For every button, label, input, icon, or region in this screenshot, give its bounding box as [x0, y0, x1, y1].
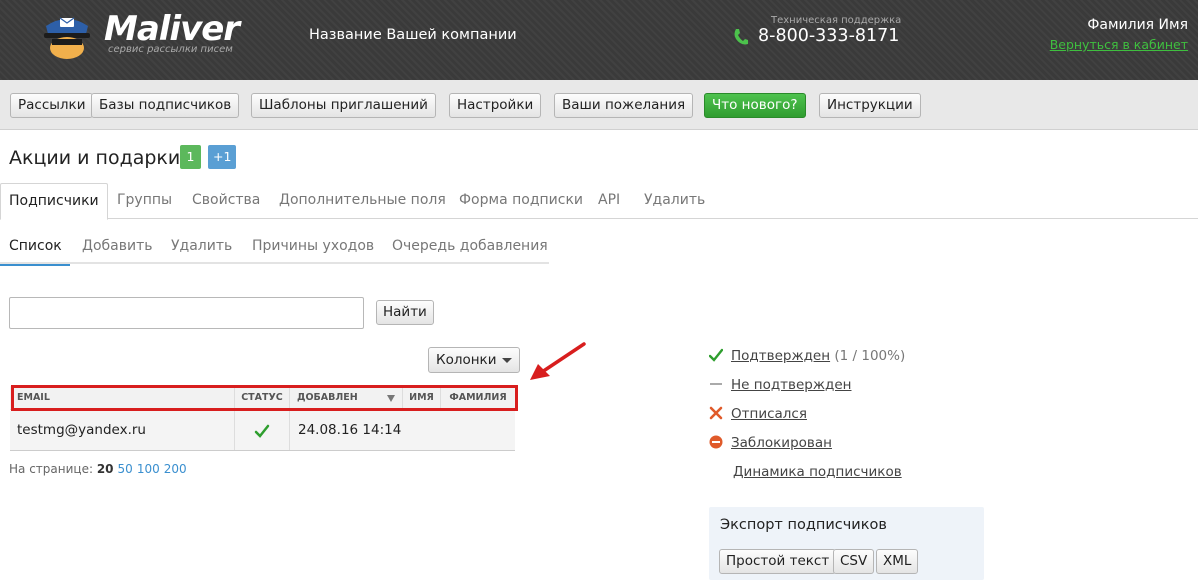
export-title: Экспорт подписчиков [720, 517, 887, 533]
header-highlight-annotation [11, 385, 518, 411]
main-tabs: Подписчики Группы Свойства Дополнительны… [0, 183, 1198, 220]
subscriber-count-badge: 1 [180, 145, 201, 169]
export-csv-button[interactable]: CSV [833, 549, 875, 574]
tab-delete[interactable]: Удалить [636, 183, 713, 219]
support-label: Техническая поддержка [771, 15, 902, 26]
per-page-selector: На странице: 20 50 100 200 [9, 462, 187, 476]
per-page-label: На странице: [9, 462, 93, 476]
phone-icon [734, 29, 748, 45]
nav-settings-button[interactable]: Настройки [449, 93, 542, 118]
red-arrow-annotation [530, 342, 586, 380]
tab-api[interactable]: API [590, 183, 628, 219]
dash-icon [710, 383, 722, 385]
per-page-option-200[interactable]: 200 [164, 462, 187, 476]
check-icon [254, 424, 270, 438]
user-name: Фамилия Имя [1087, 17, 1188, 33]
new-subscribers-badge[interactable]: +1 [208, 145, 237, 169]
logo-tagline: сервис рассылки писем [108, 44, 233, 55]
subtab-list[interactable]: Список [0, 230, 70, 266]
logo-text[interactable]: Maliver [104, 10, 240, 48]
legend-blocked-link[interactable]: Заблокирован [731, 435, 832, 451]
legend-unsubscribed-link[interactable]: Отписался [731, 406, 807, 422]
subscriber-dynamics-link[interactable]: Динамика подписчиков [733, 464, 902, 480]
nav-mailings-button[interactable]: Рассылки [10, 93, 94, 118]
nav-instructions-button[interactable]: Инструкции [819, 93, 921, 118]
search-input[interactable] [9, 297, 364, 329]
nav-whats-new-button[interactable]: Что нового? [704, 93, 806, 118]
tab-subscribe-form[interactable]: Форма подписки [451, 183, 591, 219]
legend-confirmed-link[interactable]: Подтвержден [731, 348, 830, 364]
legend-confirmed: Подтвержден (1 / 100%) [709, 348, 905, 364]
nav-subscriber-bases-button[interactable]: Базы подписчиков [91, 93, 240, 118]
per-page-current: 20 [96, 462, 114, 476]
export-plain-text-button[interactable]: Простой текст [719, 549, 837, 574]
legend-unsubscribed: Отписался [709, 406, 807, 422]
sub-tabs: Список Добавить Удалить Причины уходов О… [0, 230, 549, 266]
per-page-option-100[interactable]: 100 [137, 462, 160, 476]
subtab-delete[interactable]: Удалить [162, 230, 241, 264]
subtab-add[interactable]: Добавить [73, 230, 161, 264]
cell-name [402, 411, 440, 450]
per-page-option-50[interactable]: 50 [118, 462, 133, 476]
support-phone: 8-800-333-8171 [758, 26, 900, 46]
check-icon [709, 348, 723, 362]
legend-confirmed-stats: (1 / 100%) [834, 348, 906, 364]
legend-unconfirmed-link[interactable]: Не подтвержден [731, 377, 852, 393]
nav-wishes-button[interactable]: Ваши пожелания [554, 93, 694, 118]
cell-surname [440, 411, 515, 450]
blocked-icon [709, 435, 723, 449]
tab-subscribers[interactable]: Подписчики [0, 183, 108, 220]
page-title: Акции и подарки [9, 147, 181, 169]
export-panel: Экспорт подписчиков Простой текст CSV XM… [709, 507, 984, 580]
subtab-add-queue[interactable]: Очередь добавления [383, 230, 557, 264]
subtab-leave-reasons[interactable]: Причины уходов [243, 230, 383, 264]
columns-button-label: Колонки [436, 352, 497, 368]
cell-email[interactable]: testmg@yandex.ru [17, 411, 232, 450]
columns-dropdown-button[interactable]: Колонки [428, 347, 520, 373]
legend-dynamics: Динамика подписчиков [733, 464, 902, 480]
caret-down-icon [501, 357, 512, 363]
company-name: Название Вашей компании [309, 27, 517, 43]
legend-unconfirmed: Не подтвержден [709, 377, 852, 393]
cell-added: 24.08.16 14:14 [289, 411, 402, 450]
table-row[interactable]: testmg@yandex.ru 24.08.16 14:14 [10, 411, 515, 451]
search-button[interactable]: Найти [376, 300, 434, 325]
legend-blocked: Заблокирован [709, 435, 832, 451]
main-nav: Рассылки Базы подписчиков Шаблоны пригла… [0, 80, 1198, 130]
nav-invitation-templates-button[interactable]: Шаблоны приглашений [251, 93, 436, 118]
tab-properties[interactable]: Свойства [184, 183, 268, 219]
tab-groups[interactable]: Группы [109, 183, 180, 219]
cross-icon [709, 406, 723, 420]
top-header: Maliver сервис рассылки писем Название В… [0, 0, 1198, 80]
mailman-logo-icon[interactable] [40, 12, 94, 60]
tab-extra-fields[interactable]: Дополнительные поля [271, 183, 454, 219]
back-to-cabinet-link[interactable]: Вернуться в кабинет [1050, 37, 1188, 52]
export-xml-button[interactable]: XML [876, 549, 919, 574]
